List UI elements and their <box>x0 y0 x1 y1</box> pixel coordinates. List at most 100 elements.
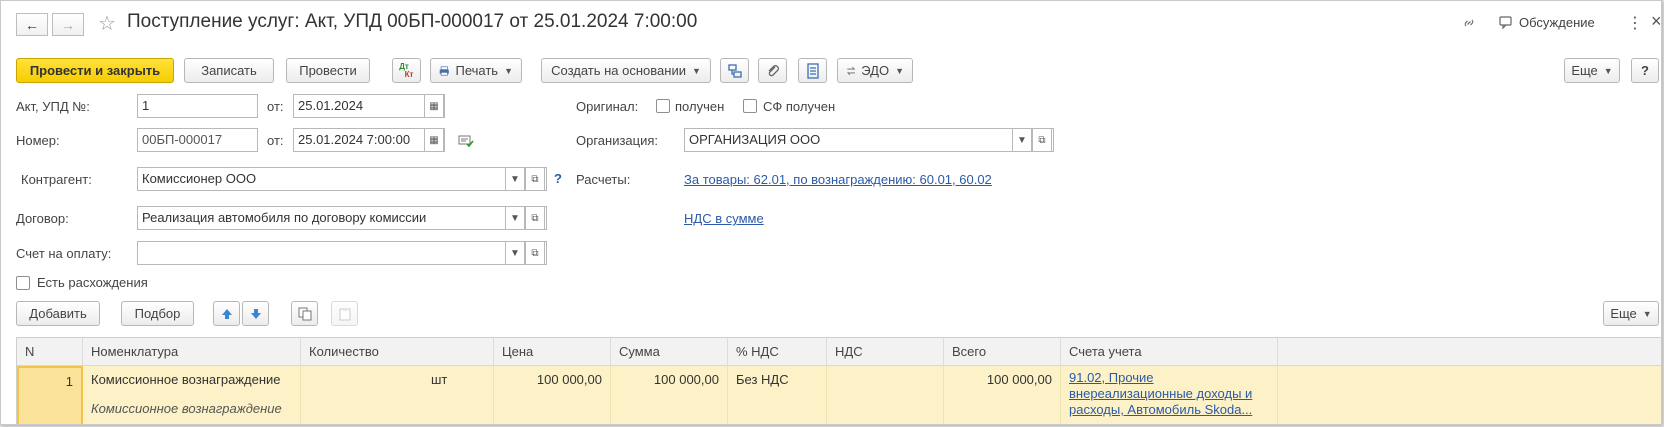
dt-kt-icon-bottom: Кт <box>404 69 414 79</box>
table-row[interactable]: 1 Комиссионное вознаграждение Комиссионн… <box>17 366 1661 424</box>
more-label: Еще <box>1571 63 1598 78</box>
column-header-vat[interactable]: НДС <box>827 338 944 366</box>
column-header-vat-rate[interactable]: % НДС <box>728 338 827 366</box>
more-button[interactable]: Еще ▼ <box>1564 58 1620 83</box>
contract-label: Договор: <box>16 211 69 226</box>
counterparty-input[interactable]: Комиссионер ООО ▼ ⧉ <box>137 167 547 191</box>
settlements-link[interactable]: За товары: 62.01, по вознаграждению: 60.… <box>684 172 992 187</box>
discrepancies-checkbox[interactable] <box>16 276 30 290</box>
organization-input[interactable]: ОРГАНИЗАЦИЯ ООО ▼ ⧉ <box>684 128 1054 152</box>
cell-nomenclature[interactable]: Комиссионное вознаграждение Комиссионное… <box>83 366 301 424</box>
save-button[interactable]: Записать <box>184 58 274 83</box>
arrow-right-icon: → <box>61 16 75 33</box>
table-header: N Номенклатура Количество Цена Сумма % Н… <box>17 338 1661 366</box>
act-number-input[interactable]: 1 <box>137 94 258 118</box>
cell-total[interactable]: 100 000,00 <box>944 366 1061 424</box>
attach-button[interactable] <box>758 58 787 83</box>
post-and-close-button[interactable]: Провести и закрыть <box>16 58 174 83</box>
paste-icon <box>339 307 350 320</box>
link-icon[interactable] <box>1461 15 1477 34</box>
vat-in-sum-link[interactable]: НДС в сумме <box>684 211 764 226</box>
chevron-down-icon[interactable]: ▼ <box>505 207 525 229</box>
add-row-button[interactable]: Добавить <box>16 301 100 326</box>
calendar-icon[interactable]: ▦ <box>424 129 444 151</box>
chevron-down-icon: ▼ <box>504 65 513 76</box>
sf-received-checkbox[interactable] <box>743 99 757 113</box>
select-button[interactable]: Подбор <box>121 301 194 326</box>
copy-icon <box>298 307 311 320</box>
organization-value: ОРГАНИЗАЦИЯ ООО <box>689 132 821 147</box>
open-icon[interactable]: ⧉ <box>525 242 545 264</box>
discussion-button[interactable]: Обсуждение <box>1498 14 1595 30</box>
move-up-button[interactable] <box>213 301 240 326</box>
counterparty-help-icon[interactable]: ? <box>554 171 562 186</box>
act-date-from-label: от: <box>267 99 284 114</box>
act-date-value: 25.01.2024 <box>298 98 364 113</box>
move-down-button[interactable] <box>242 301 269 326</box>
number-date-input[interactable]: 25.01.2024 7:00:00 ▦ <box>293 128 445 152</box>
paste-rows-button[interactable] <box>331 301 358 326</box>
number-date-value: 25.01.2024 7:00:00 <box>298 132 411 147</box>
sf-received-label: СФ получен <box>763 99 836 114</box>
date-check-icon[interactable] <box>458 134 474 151</box>
open-icon[interactable]: ⧉ <box>525 168 545 190</box>
discussion-label: Обсуждение <box>1519 14 1595 30</box>
cell-sum[interactable]: 100 000,00 <box>611 366 728 424</box>
goods-table: N Номенклатура Количество Цена Сумма % Н… <box>16 337 1661 424</box>
cell-vat[interactable] <box>827 366 944 424</box>
edo-label: ЭДО <box>861 63 890 78</box>
chevron-down-icon: ▼ <box>895 65 904 76</box>
chevron-down-icon[interactable]: ▼ <box>505 168 525 190</box>
table-more-button[interactable]: Еще ▼ <box>1603 301 1659 326</box>
cell-accounts[interactable]: 91.02, Прочие внереализационные доходы и… <box>1061 366 1278 424</box>
open-icon[interactable]: ⧉ <box>525 207 545 229</box>
print-button[interactable]: Печать ▼ <box>430 58 522 83</box>
invoice-input[interactable]: ▼ ⧉ <box>137 241 547 265</box>
cell-vat-rate[interactable]: Без НДС <box>728 366 827 424</box>
close-icon[interactable]: × <box>1651 11 1661 32</box>
chevron-down-icon[interactable]: ▼ <box>505 242 525 264</box>
discrepancies-label: Есть расхождения <box>37 275 148 290</box>
create-based-on-button[interactable]: Создать на основании ▼ <box>541 58 711 83</box>
counterparty-label: Контрагент: <box>21 172 92 187</box>
copy-rows-button[interactable] <box>291 301 318 326</box>
act-date-input[interactable]: 25.01.2024 ▦ <box>293 94 445 118</box>
act-number-label: Акт, УПД №: <box>16 99 90 114</box>
help-button[interactable]: ? <box>1631 58 1659 83</box>
favorite-star-icon[interactable]: ☆ <box>98 11 116 36</box>
report-button[interactable] <box>798 58 827 83</box>
back-button[interactable]: ← <box>16 13 48 36</box>
column-header-total[interactable]: Всего <box>944 338 1061 366</box>
column-header-sum[interactable]: Сумма <box>611 338 728 366</box>
accounts-link[interactable]: 91.02, Прочие внереализационные доходы и… <box>1069 370 1252 417</box>
invoice-label: Счет на оплату: <box>16 246 112 261</box>
paperclip-icon <box>768 64 779 76</box>
original-label: Оригинал: <box>576 99 639 114</box>
table-more-label: Еще <box>1610 306 1637 321</box>
column-header-n[interactable]: N <box>17 338 83 366</box>
column-header-price[interactable]: Цена <box>494 338 611 366</box>
forward-button[interactable]: → <box>52 13 84 36</box>
cell-quantity[interactable]: шт <box>301 366 494 424</box>
more-menu-icon[interactable]: ⋮ <box>1627 13 1643 33</box>
edo-button[interactable]: ЭДО ▼ <box>837 58 913 83</box>
column-header-quantity[interactable]: Количество <box>301 338 494 366</box>
original-received-checkbox[interactable] <box>656 99 670 113</box>
structure-button[interactable] <box>720 58 749 83</box>
chevron-down-icon[interactable]: ▼ <box>1012 129 1032 151</box>
print-label: Печать <box>455 63 499 78</box>
cell-n[interactable]: 1 <box>17 366 83 424</box>
post-button[interactable]: Провести <box>286 58 370 83</box>
column-header-accounts[interactable]: Счета учета <box>1061 338 1278 366</box>
dt-kt-button[interactable]: Дт Кт <box>392 58 421 83</box>
number-input[interactable]: 00БП-000017 <box>137 128 258 152</box>
chat-icon <box>1499 16 1512 30</box>
calendar-icon[interactable]: ▦ <box>424 95 444 117</box>
cell-price[interactable]: 100 000,00 <box>494 366 611 424</box>
column-header-nomenclature[interactable]: Номенклатура <box>83 338 301 366</box>
open-icon[interactable]: ⧉ <box>1032 129 1052 151</box>
chevron-down-icon: ▼ <box>1603 65 1613 76</box>
contract-input[interactable]: Реализация автомобиля по договору комисс… <box>137 206 547 230</box>
settlements-label: Расчеты: <box>576 172 631 187</box>
page-title: Поступление услуг: Акт, УПД 00БП-000017 … <box>127 11 698 32</box>
